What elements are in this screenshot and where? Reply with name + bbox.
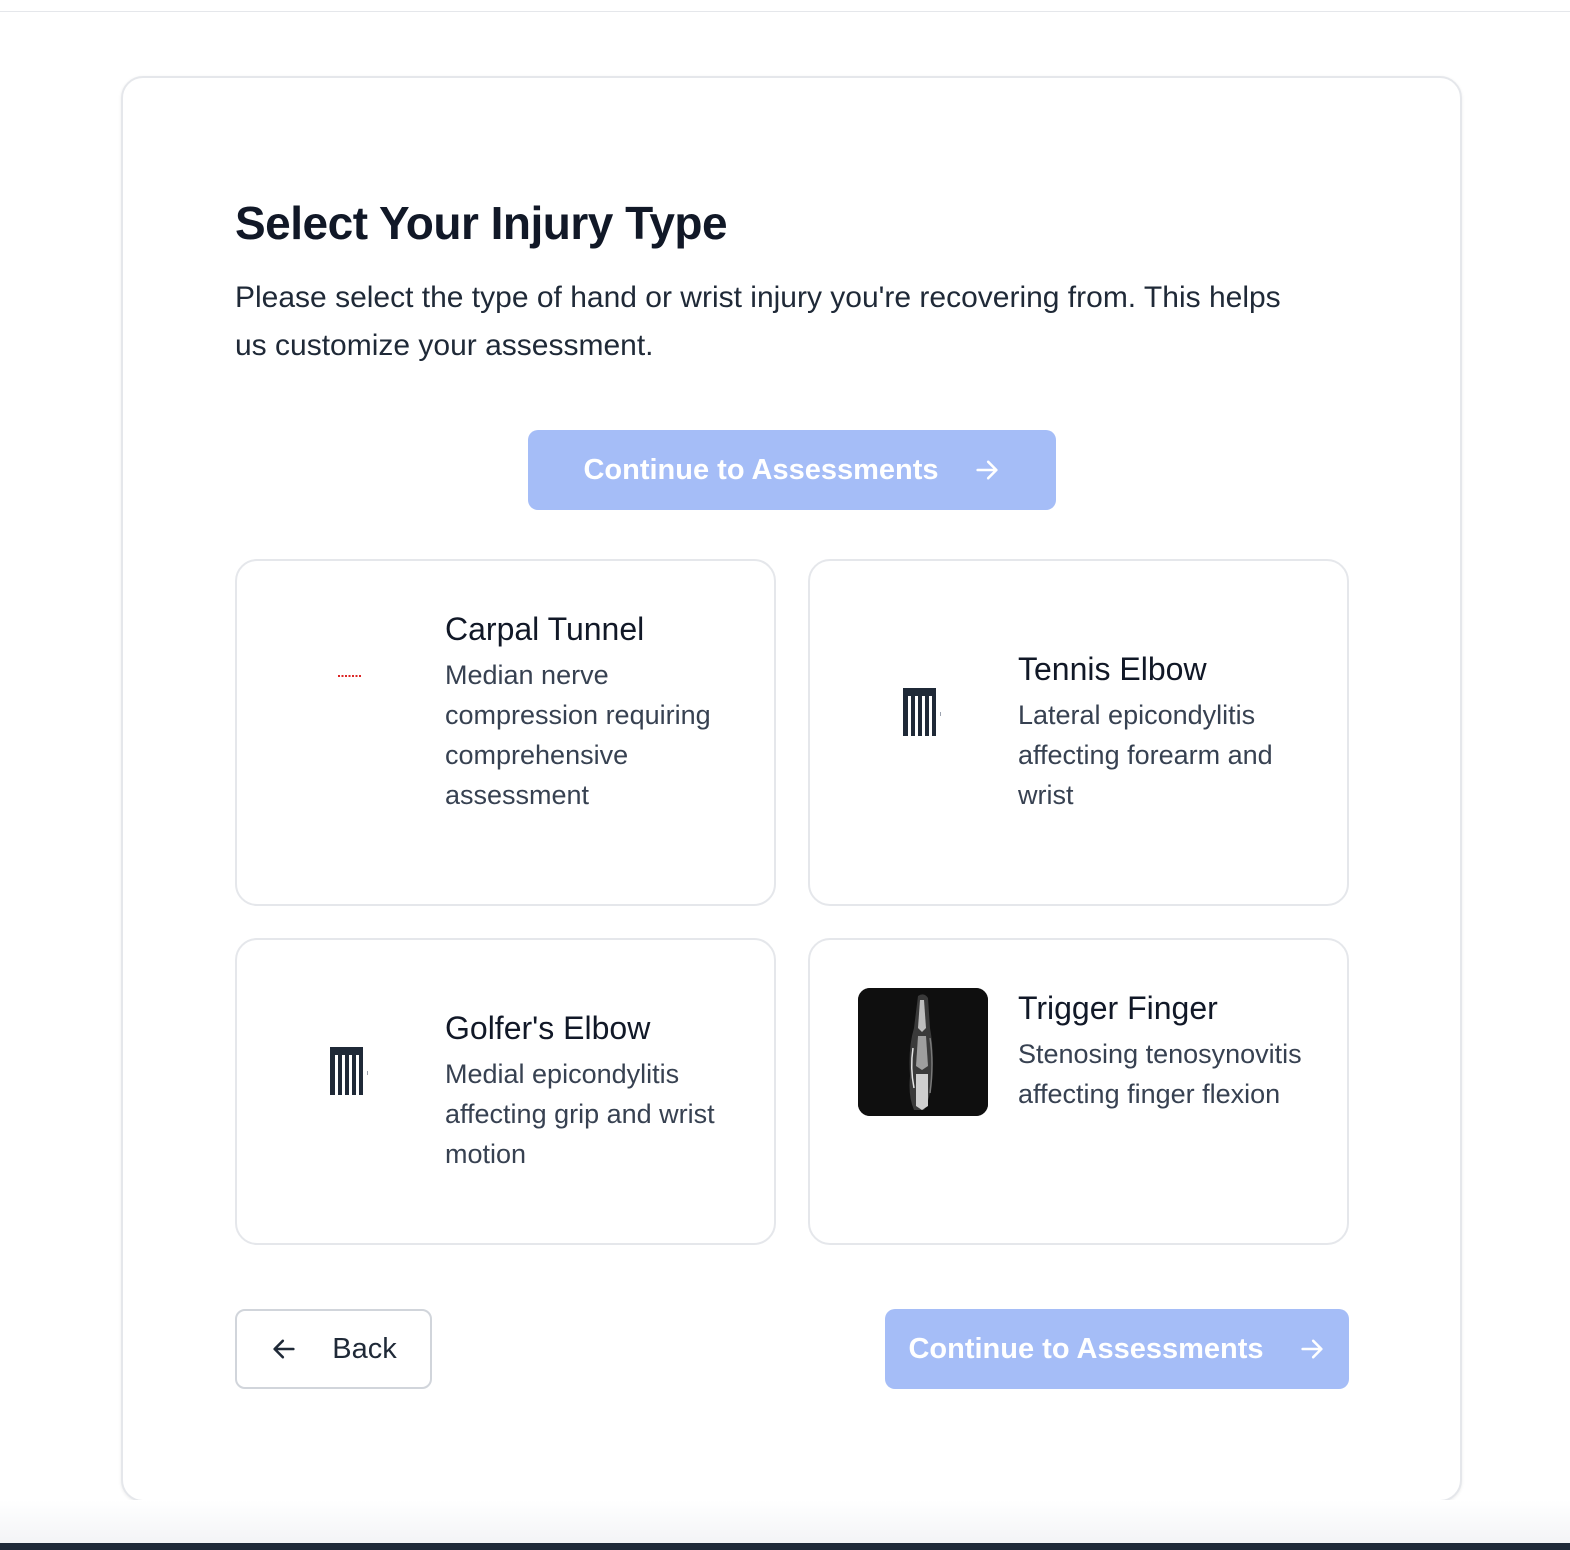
bottom-edge-bar <box>0 1543 1570 1550</box>
injury-description: Median nerve compression requiring compr… <box>445 660 711 810</box>
broken-image-icon <box>285 1008 415 1136</box>
arrow-right-icon <box>975 460 998 480</box>
injury-title: Carpal Tunnel <box>445 611 645 647</box>
page-subtitle: Please select the type of hand or wrist … <box>235 281 1281 362</box>
arrow-right-icon <box>1300 1339 1323 1359</box>
injury-title: Golfer's Elbow <box>445 1010 651 1046</box>
continue-button-label: Continue to Assessments <box>583 453 939 486</box>
injury-title: Trigger Finger <box>1018 990 1218 1026</box>
injury-option-carpal-tunnel[interactable]: Carpal Tunnel Median nerve compression r… <box>235 559 776 906</box>
continue-button-top[interactable]: Continue to Assessments <box>528 430 1056 510</box>
page-bottom-fade <box>0 1500 1570 1543</box>
finger-mri-image <box>858 988 988 1116</box>
injury-title: Tennis Elbow <box>1018 651 1207 687</box>
injury-description: Lateral epicondylitis affecting forearm … <box>1018 700 1273 810</box>
continue-button-bottom[interactable]: Continue to Assessments <box>885 1309 1349 1389</box>
broken-image-icon <box>285 612 415 740</box>
injury-option-tennis-elbow[interactable]: Tennis Elbow Lateral epicondylitis affec… <box>808 559 1349 906</box>
injury-option-golfers-elbow[interactable]: Golfer's Elbow Medial epicondylitis affe… <box>235 938 776 1245</box>
arrow-left-icon <box>273 1339 295 1359</box>
injury-description: Stenosing tenosynovitis affecting finger… <box>1018 1039 1302 1109</box>
injury-description: Medial epicondylitis affecting grip and … <box>445 1059 715 1169</box>
injury-option-trigger-finger[interactable]: Trigger Finger Stenosing tenosynovitis a… <box>808 938 1349 1245</box>
back-button[interactable]: Back <box>235 1309 432 1389</box>
top-divider <box>0 0 1570 12</box>
back-button-label: Back <box>332 1332 397 1365</box>
page-title: Select Your Injury Type <box>235 197 728 249</box>
injury-selection-card: Select Your Injury Type Please select th… <box>121 76 1462 1502</box>
broken-image-icon <box>858 649 988 777</box>
continue-button-label: Continue to Assessments <box>908 1332 1264 1365</box>
